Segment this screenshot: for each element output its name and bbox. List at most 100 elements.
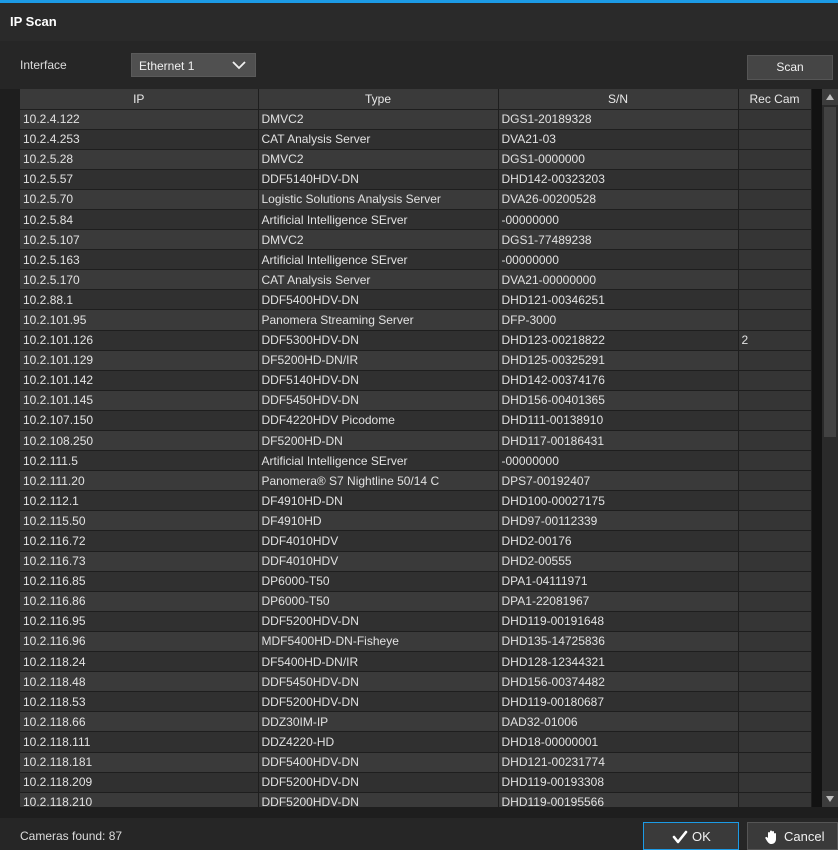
cell-type: DDF5200HDV-DN: [258, 792, 499, 807]
column-header-type[interactable]: Type: [258, 89, 499, 110]
cell-sn: -00000000: [498, 450, 739, 472]
table-row[interactable]: 10.2.88.1 DDF5400HDV-DN DHD121-00346251: [20, 289, 812, 311]
vertical-scrollbar[interactable]: [822, 89, 838, 807]
table-row[interactable]: 10.2.108.250 DF5200HD-DN DHD117-00186431: [20, 430, 812, 452]
table-row[interactable]: 10.2.116.96 MDF5400HD-DN-Fisheye DHD135-14…: [20, 631, 812, 653]
cell-sn: DHD119-00195566: [498, 792, 739, 807]
checkmark-icon: [672, 830, 688, 844]
cell-ip: 10.2.116.73: [20, 551, 259, 572]
table-row[interactable]: 10.2.101.95 Panomera Streaming Server DFP-…: [20, 309, 812, 331]
cell-rec-cam: [738, 571, 812, 592]
table-row[interactable]: 10.2.101.126 DDF5300HDV-DN DHD123-00218822…: [20, 330, 812, 351]
table-row[interactable]: 10.2.118.210 DDF5200HDV-DN DHD119-00195566: [20, 792, 812, 807]
cell-type: Artificial Intelligence SErver: [258, 249, 499, 271]
table-row[interactable]: 10.2.115.50 DF4910HD DHD97-00112339: [20, 510, 812, 532]
cell-ip: 10.2.4.122: [20, 109, 259, 130]
cell-type: Artificial Intelligence SErver: [258, 450, 499, 472]
cell-ip: 10.2.118.66: [20, 711, 259, 733]
table-row[interactable]: 10.2.101.145 DDF5450HDV-DN DHD156-00401365: [20, 390, 812, 411]
cell-ip: 10.2.101.142: [20, 370, 259, 391]
cell-sn: DVA21-00000000: [498, 269, 739, 291]
cell-type: DF4910HD: [258, 510, 499, 532]
cell-ip: 10.2.101.129: [20, 350, 259, 371]
ok-label: OK: [692, 829, 711, 844]
ok-button[interactable]: OK: [643, 822, 739, 850]
cell-sn: DHD121-00346251: [498, 289, 739, 311]
cell-ip: 10.2.5.107: [20, 229, 259, 251]
cell-ip: 10.2.101.145: [20, 390, 259, 411]
table-row[interactable]: 10.2.101.142 DDF5140HDV-DN DHD142-00374176: [20, 370, 812, 391]
cell-sn: DHD97-00112339: [498, 510, 739, 532]
table-row[interactable]: 10.2.5.28 DMVC2 DGS1-0000000: [20, 149, 812, 170]
cell-sn: DHD111-00138910: [498, 410, 739, 432]
cell-ip: 10.2.116.96: [20, 631, 259, 653]
cell-sn: DHD100-00027175: [498, 490, 739, 512]
scroll-up-button[interactable]: [822, 89, 838, 105]
cell-rec-cam: [738, 249, 812, 271]
table-row[interactable]: 10.2.118.209 DDF5200HDV-DN DHD119-00193308: [20, 772, 812, 793]
cell-rec-cam: [738, 350, 812, 371]
cell-type: CAT Analysis Server: [258, 269, 499, 291]
table-row[interactable]: 10.2.111.5 Artificial Intelligence SErver…: [20, 450, 812, 472]
cell-ip: 10.2.118.209: [20, 772, 259, 793]
cell-type: DDF5200HDV-DN: [258, 772, 499, 793]
column-header-sn[interactable]: S/N: [498, 89, 739, 110]
cancel-button[interactable]: Cancel: [747, 822, 838, 850]
table-row[interactable]: 10.2.112.1 DF4910HD-DN DHD100-00027175: [20, 490, 812, 512]
table-row[interactable]: 10.2.107.150 DDF4220HDV Picodome DHD111-00…: [20, 410, 812, 432]
cell-rec-cam: [738, 430, 812, 452]
table-row[interactable]: 10.2.116.86 DP6000-T50 DPA1-22081967: [20, 591, 812, 612]
table-row[interactable]: 10.2.116.73 DDF4010HDV DHD2-00555: [20, 551, 812, 572]
table-row[interactable]: 10.2.111.20 Panomera® S7 Nightline 50/14 …: [20, 470, 812, 492]
cell-type: DF4910HD-DN: [258, 490, 499, 512]
table-row[interactable]: 10.2.118.53 DDF5200HDV-DN DHD119-00180687: [20, 691, 812, 713]
cell-type: DP6000-T50: [258, 591, 499, 612]
cell-ip: 10.2.111.5: [20, 450, 259, 472]
cell-type: DDF5450HDV-DN: [258, 390, 499, 411]
table-row[interactable]: 10.2.118.48 DDF5450HDV-DN DHD156-00374482: [20, 671, 812, 693]
cell-ip: 10.2.5.28: [20, 149, 259, 170]
cell-sn: DHD142-00323203: [498, 169, 739, 190]
table-row[interactable]: 10.2.118.111 DDZ4220-HD DHD18-00000001: [20, 731, 812, 753]
cell-ip: 10.2.4.253: [20, 129, 259, 150]
cell-sn: -00000000: [498, 249, 739, 271]
column-header-ip[interactable]: IP: [20, 89, 259, 110]
cell-type: DMVC2: [258, 149, 499, 170]
table-body: 10.2.4.122 DMVC2 DGS1-20189328 10.2.4.253 CA…: [20, 109, 812, 807]
table-row[interactable]: 10.2.118.181 DDF5400HDV-DN DHD121-00231774: [20, 752, 812, 773]
cell-ip: 10.2.111.20: [20, 470, 259, 492]
cell-rec-cam: 2: [738, 330, 812, 351]
interface-label: Interface: [20, 58, 67, 72]
cell-type: DMVC2: [258, 109, 499, 130]
table-row[interactable]: 10.2.116.72 DDF4010HDV DHD2-00176: [20, 530, 812, 552]
table-row[interactable]: 10.2.101.129 DF5200HD-DN/IR DHD125-0032529…: [20, 350, 812, 371]
cell-sn: DHD125-00325291: [498, 350, 739, 371]
table-row[interactable]: 10.2.118.24 DF5400HD-DN/IR DHD128-12344321: [20, 651, 812, 673]
scan-button[interactable]: Scan: [747, 55, 833, 80]
table-row[interactable]: 10.2.4.253 CAT Analysis Server DVA21-03: [20, 129, 812, 150]
table-row[interactable]: 10.2.5.170 CAT Analysis Server DVA21-00000…: [20, 269, 812, 291]
cell-rec-cam: [738, 390, 812, 411]
interface-dropdown[interactable]: Ethernet 1: [131, 53, 256, 77]
column-header-rec-cam[interactable]: Rec Cam: [738, 89, 812, 110]
cell-ip: 10.2.5.170: [20, 269, 259, 291]
table-row[interactable]: 10.2.5.163 Artificial Intelligence SErver…: [20, 249, 812, 271]
table-row[interactable]: 10.2.116.95 DDF5200HDV-DN DHD119-00191648: [20, 611, 812, 632]
cell-rec-cam: [738, 169, 812, 190]
cell-type: DDZ30IM-IP: [258, 711, 499, 733]
cell-type: DF5200HD-DN/IR: [258, 350, 499, 371]
cell-sn: DPS7-00192407: [498, 470, 739, 492]
scrollbar-thumb[interactable]: [824, 107, 836, 437]
table-row[interactable]: 10.2.5.107 DMVC2 DGS1-77489238: [20, 229, 812, 251]
table-row[interactable]: 10.2.116.85 DP6000-T50 DPA1-04111971: [20, 571, 812, 592]
window-title: IP Scan: [10, 14, 57, 29]
table-row[interactable]: 10.2.4.122 DMVC2 DGS1-20189328: [20, 109, 812, 130]
cell-rec-cam: [738, 611, 812, 632]
cell-rec-cam: [738, 109, 812, 130]
table-row[interactable]: 10.2.5.57 DDF5140HDV-DN DHD142-00323203: [20, 169, 812, 190]
table-row[interactable]: 10.2.118.66 DDZ30IM-IP DAD32-01006: [20, 711, 812, 733]
camera-table-grid: IP Type S/N Rec Cam 10.2.4.122 DMVC2 DGS1-…: [20, 89, 812, 807]
scroll-down-button[interactable]: [822, 791, 838, 807]
table-row[interactable]: 10.2.5.84 Artificial Intelligence SErver -…: [20, 209, 812, 231]
table-row[interactable]: 10.2.5.70 Logistic Solutions Analysis Ser…: [20, 189, 812, 210]
